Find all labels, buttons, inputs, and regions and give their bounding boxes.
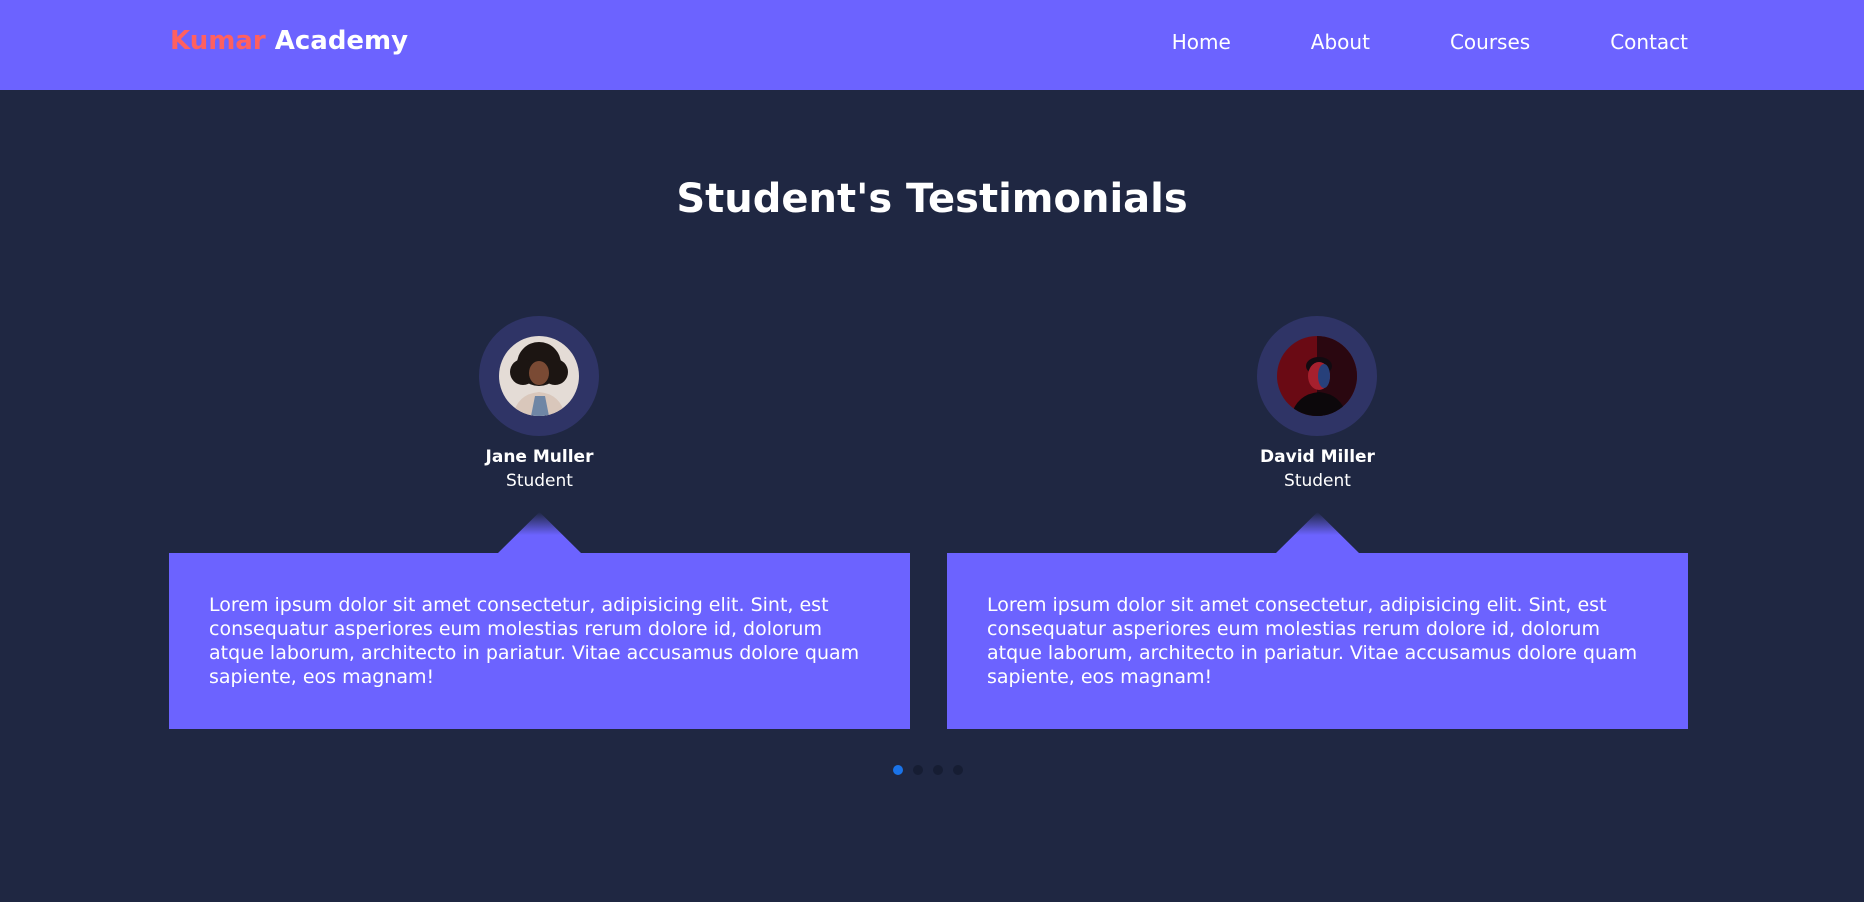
testimonial-bubble: Lorem ipsum dolor sit amet consectetur, …: [169, 553, 910, 729]
testimonial-name: David Miller: [947, 447, 1688, 467]
brand-accent-text: Kumar: [170, 26, 266, 56]
top-navbar: Kumar Academy Home About Courses Contact: [0, 0, 1864, 90]
testimonial-text: Lorem ipsum dolor sit amet consectetur, …: [987, 593, 1648, 689]
nav-link-home[interactable]: Home: [1172, 30, 1231, 54]
avatar-ring: [479, 316, 599, 436]
nav-item-about: About: [1311, 30, 1370, 54]
testimonial-role: Student: [169, 471, 910, 491]
nav-menu: Home About Courses Contact: [1172, 30, 1688, 54]
avatar: [499, 336, 579, 416]
nav-item-contact: Contact: [1610, 30, 1688, 54]
bubble-pointer: [1275, 512, 1360, 554]
nav-link-courses[interactable]: Courses: [1450, 30, 1530, 54]
brand-logo[interactable]: Kumar Academy: [170, 26, 408, 56]
nav-item-courses: Courses: [1450, 30, 1530, 54]
avatar-photo: [1277, 336, 1357, 416]
nav-link-about[interactable]: About: [1311, 30, 1370, 54]
bubble-pointer: [497, 512, 582, 554]
testimonial-text: Lorem ipsum dolor sit amet consectetur, …: [209, 593, 870, 689]
carousel-dot-3[interactable]: [933, 765, 943, 775]
avatar: [1277, 336, 1357, 416]
testimonial-bubble: Lorem ipsum dolor sit amet consectetur, …: [947, 553, 1688, 729]
avatar-photo: [499, 336, 579, 416]
carousel-dot-2[interactable]: [913, 765, 923, 775]
nav-item-home: Home: [1172, 30, 1231, 54]
nav-link-contact[interactable]: Contact: [1610, 30, 1688, 54]
section-title: Student's Testimonials: [0, 176, 1864, 222]
testimonial-role: Student: [947, 471, 1688, 491]
carousel-dot-4[interactable]: [953, 765, 963, 775]
carousel-dot-1[interactable]: [893, 765, 903, 775]
testimonial-name: Jane Muller: [169, 447, 910, 467]
avatar-ring: [1257, 316, 1377, 436]
carousel-dots: [893, 765, 963, 775]
brand-main-text: Academy: [275, 26, 408, 56]
